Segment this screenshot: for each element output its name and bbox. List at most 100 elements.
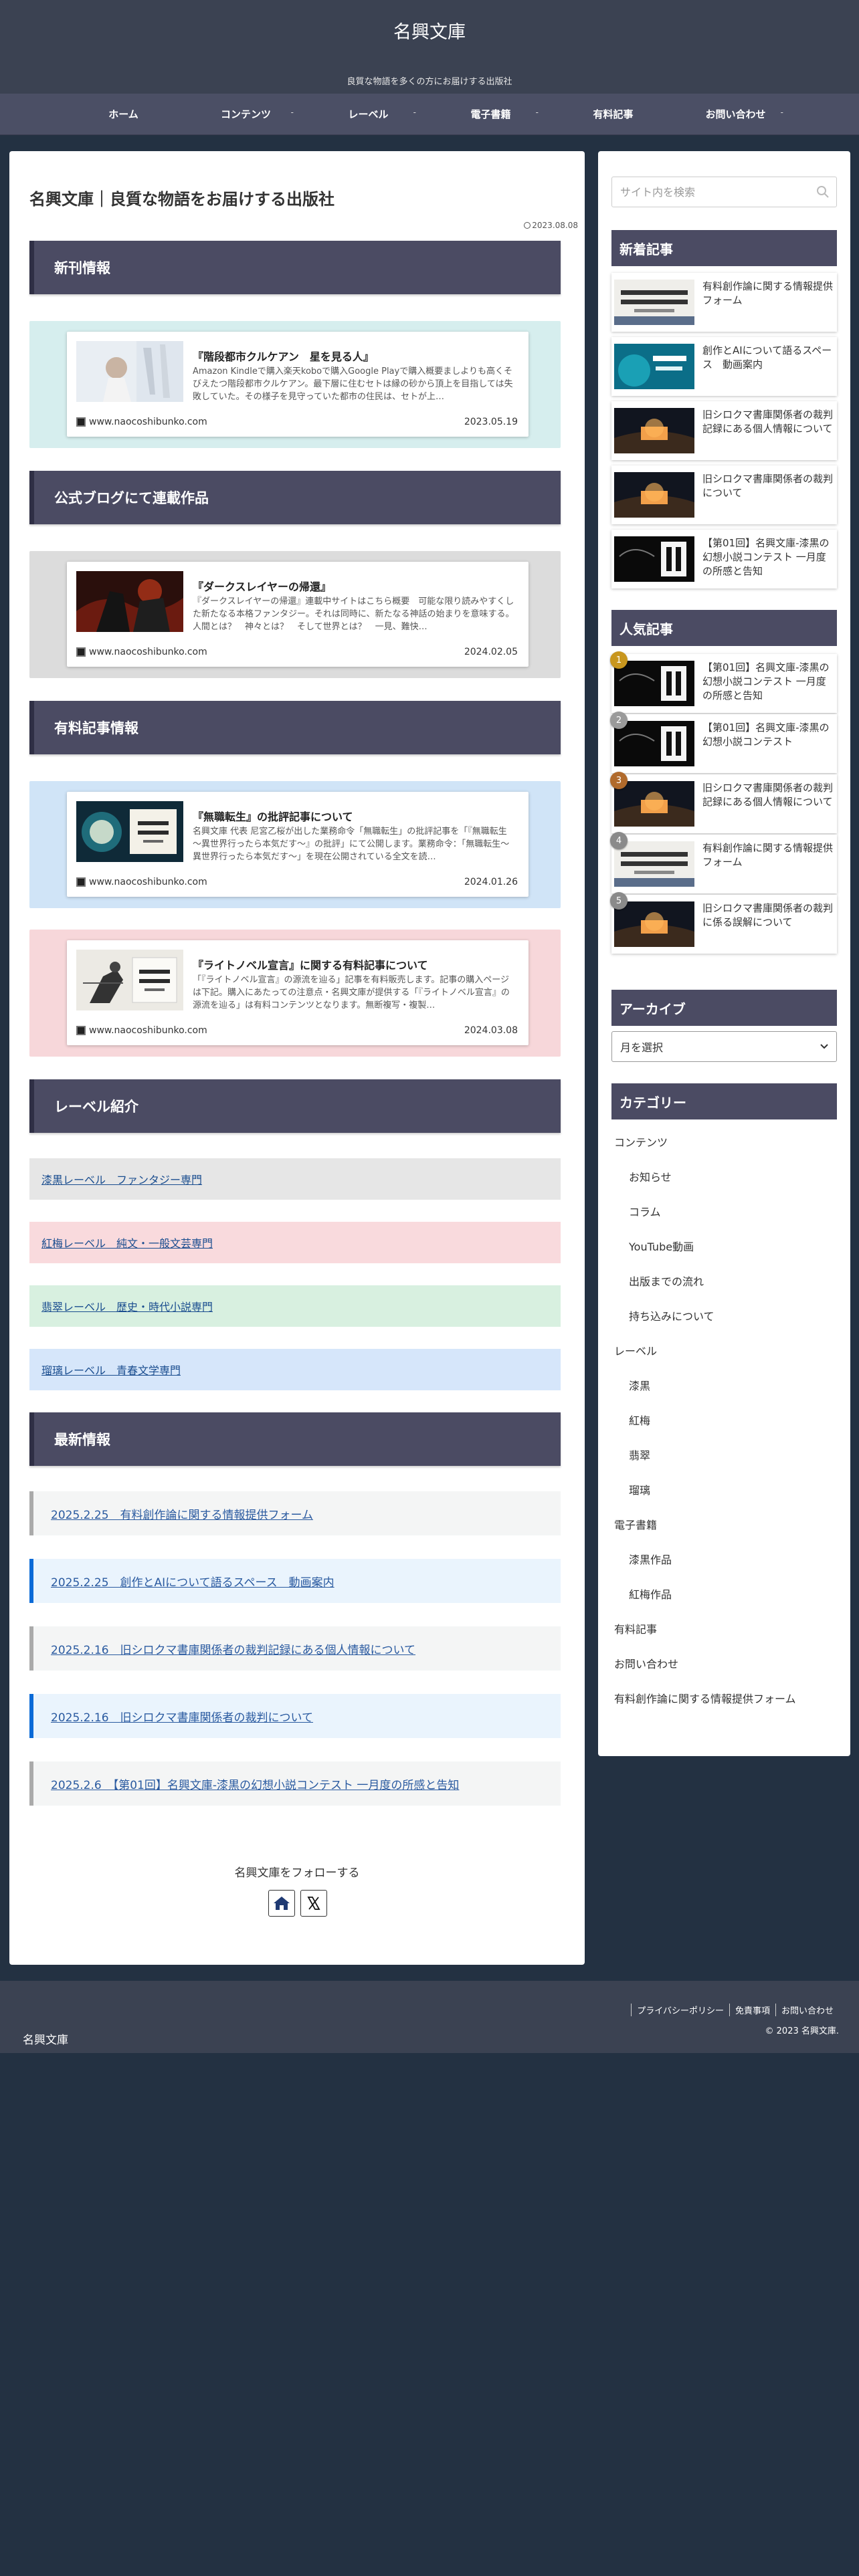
post-thumbnail	[614, 472, 694, 518]
popular-post-title: 旧シロクマ書庫関係者の裁判に係る誤解について	[702, 902, 834, 928]
nav-item-paid-articles[interactable]: 有料記事	[552, 107, 674, 121]
popular-post-item[interactable]: 3 旧シロクマ書庫関係者の裁判記録にある個人情報について	[610, 772, 837, 833]
section-heading-labels: レーベル紹介	[29, 1079, 561, 1133]
category-link[interactable]: 漆黒	[629, 1377, 650, 1393]
recent-post-title: 旧シロクマ書庫関係者の裁判について	[702, 473, 834, 499]
popular-post-item[interactable]: 4 有料創作論に関する情報提供フォーム	[610, 832, 837, 893]
popular-post-item[interactable]: 1 【第01回】名興文庫-漆黒の幻想小説コンテスト 一月度の所感と告知	[610, 651, 837, 713]
nav-item-ebooks[interactable]: 電子書籍 -	[430, 107, 552, 121]
nav-item-home[interactable]: ホーム	[62, 107, 185, 121]
dropdown-indicator: -	[290, 108, 294, 117]
card-wrap: 『無職転生』の批評記事について 名興文庫 代表 尼宮乙桜が出した業務命令「無職転…	[29, 781, 561, 908]
category-link[interactable]: 持ち込みについて	[629, 1307, 714, 1323]
category-link[interactable]: 紅梅作品	[629, 1586, 672, 1602]
category-link[interactable]: コンテンツ	[614, 1134, 668, 1150]
news-item: 2025.2.16 旧シロクマ書庫関係者の裁判について	[29, 1694, 561, 1738]
news-link[interactable]: 2025.2.6 【第01回】名興文庫-漆黒の幻想小説コンテスト 一月度の所感と…	[51, 1776, 459, 1792]
footer-link-privacy[interactable]: プライバシーポリシー	[631, 2004, 729, 2016]
post-thumbnail	[614, 781, 694, 827]
archive-select[interactable]: 月を選択	[611, 1031, 837, 1062]
category-link[interactable]: 瑠璃	[629, 1481, 650, 1497]
footer-link-contact[interactable]: お問い合わせ	[775, 2004, 839, 2016]
category-link[interactable]: 有料創作論に関する情報提供フォーム	[614, 1690, 796, 1706]
popular-post-item[interactable]: 2 【第01回】名興文庫-漆黒の幻想小説コンテスト	[610, 712, 837, 773]
nav-label: お問い合わせ	[705, 108, 766, 120]
label-link-shikkoku: 漆黒レーベル ファンタジー専門	[29, 1158, 561, 1200]
card-site: www.naocoshibunko.com	[76, 877, 207, 887]
footer-logo[interactable]: 名興文庫	[23, 2030, 68, 2047]
blogcard[interactable]: 『ライトノベル宣言』に関する有料記事について 「『ライトノベル宣言』の源流を辿る…	[67, 940, 529, 1045]
label-link-text[interactable]: 漆黒レーベル ファンタジー専門	[41, 1171, 202, 1187]
news-link[interactable]: 2025.2.25 有料創作論に関する情報提供フォーム	[51, 1505, 313, 1522]
popular-post-title: 【第01回】名興文庫-漆黒の幻想小説コンテスト	[702, 722, 830, 748]
follow-x-button[interactable]	[300, 1890, 327, 1917]
card-excerpt: 「『ライトノベル宣言』の源流を辿る」記事を有料販売します。記事の購入ページは下記…	[193, 975, 510, 1010]
news-link[interactable]: 2025.2.16 旧シロクマ書庫関係者の裁判について	[51, 1708, 313, 1725]
card-site: www.naocoshibunko.com	[76, 647, 207, 657]
dropdown-indicator: -	[780, 108, 783, 117]
post-date-text: 2023.08.08	[532, 221, 578, 230]
footer-link-disclaimer[interactable]: 免責事項	[729, 2004, 775, 2016]
chevron-down-icon	[820, 1044, 828, 1049]
news-link[interactable]: 2025.2.16 旧シロクマ書庫関係者の裁判記録にある個人情報について	[51, 1640, 415, 1657]
card-site-url: www.naocoshibunko.com	[89, 877, 207, 887]
blogcard[interactable]: 『無職転生』の批評記事について 名興文庫 代表 尼宮乙桜が出した業務命令「無職転…	[67, 792, 529, 897]
nav-item-contents[interactable]: コンテンツ -	[185, 107, 307, 121]
blogcard[interactable]: 『ダークスレイヤーの帰還』 『ダークスレイヤーの帰還』連載中サイトはこちら概要 …	[67, 562, 529, 667]
category-link[interactable]: 紅梅	[629, 1412, 650, 1428]
label-link-text[interactable]: 翡翠レーベル 歴史・時代小説専門	[41, 1298, 213, 1314]
card-title: 『ライトノベル宣言』に関する有料記事について	[193, 959, 428, 972]
main-content: 名興文庫｜良質な物語をお届けする出版社 2023.08.08 新刊情報 『階段都…	[9, 151, 585, 1965]
post-thumbnail	[614, 721, 694, 766]
card-site-url: www.naocoshibunko.com	[89, 1025, 207, 1036]
nav-item-contact[interactable]: お問い合わせ -	[674, 107, 797, 121]
dropdown-indicator: -	[535, 108, 539, 117]
card-excerpt: 『ダークスレイヤーの帰還』連載中サイトはこちら概要 可能な限り読みやすくした新た…	[193, 597, 514, 632]
post-thumbnail	[614, 408, 694, 453]
rank-badge: 3	[610, 772, 628, 789]
card-site: www.naocoshibunko.com	[76, 1025, 207, 1036]
label-link-text[interactable]: 瑠璃レーベル 青春文学専門	[41, 1362, 181, 1378]
recent-post-item[interactable]: 【第01回】名興文庫-漆黒の幻想小説コンテスト 一月度の所感と告知	[611, 530, 837, 588]
recent-post-item[interactable]: 旧シロクマ書庫関係者の裁判記録にある個人情報について	[611, 401, 837, 460]
nav-label: コンテンツ	[220, 108, 271, 120]
home-icon	[274, 1897, 290, 1910]
footer-links: プライバシーポリシー 免責事項 お問い合わせ	[631, 2004, 839, 2016]
category-link[interactable]: レーベル	[614, 1342, 657, 1358]
news-item: 2025.2.25 有料創作論に関する情報提供フォーム	[29, 1491, 561, 1535]
label-link-text[interactable]: 紅梅レーベル 純文・一般文芸専門	[41, 1235, 213, 1251]
follow-home-button[interactable]	[268, 1890, 295, 1917]
site-title[interactable]: 名興文庫	[0, 17, 859, 43]
nav-item-label[interactable]: レーベル -	[307, 107, 430, 121]
global-nav: ホーム コンテンツ - レーベル - 電子書籍 - 有料記事 お問い合わせ -	[0, 94, 859, 135]
category-link[interactable]: 電子書籍	[614, 1516, 657, 1532]
favicon-icon	[76, 1026, 86, 1035]
category-link[interactable]: コラム	[629, 1203, 661, 1219]
sidebar-heading-popular: 人気記事	[611, 610, 837, 646]
popular-post-title: 【第01回】名興文庫-漆黒の幻想小説コンテスト 一月度の所感と告知	[702, 661, 830, 702]
follow-buttons	[268, 1890, 327, 1917]
site-tagline: 良質な物語を多くの方にお届けする出版社	[347, 77, 512, 87]
recent-post-title: 創作とAIについて語るスペース 動画案内	[702, 344, 832, 370]
site-header: 名興文庫 良質な物語を多くの方にお届けする出版社	[0, 0, 859, 94]
category-link[interactable]: YouTube動画	[629, 1238, 694, 1254]
post-thumbnail	[614, 901, 694, 947]
news-link[interactable]: 2025.2.25 創作とAIについて語るスペース 動画案内	[51, 1573, 335, 1590]
post-thumbnail	[614, 661, 694, 706]
category-link[interactable]: 翡翠	[629, 1446, 650, 1463]
category-link[interactable]: お知らせ	[629, 1168, 672, 1184]
search-input[interactable]	[620, 185, 814, 199]
recent-post-item[interactable]: 有料創作論に関する情報提供フォーム	[611, 273, 837, 332]
recent-post-item[interactable]: 創作とAIについて語るスペース 動画案内	[611, 337, 837, 396]
category-link[interactable]: 有料記事	[614, 1620, 657, 1636]
label-link-ruri: 瑠璃レーベル 青春文学専門	[29, 1349, 561, 1390]
card-title: 『階段都市クルケアン 星を見る人』	[193, 350, 374, 363]
recent-post-item[interactable]: 旧シロクマ書庫関係者の裁判について	[611, 465, 837, 524]
search-icon[interactable]	[816, 185, 830, 199]
popular-post-item[interactable]: 5 旧シロクマ書庫関係者の裁判に係る誤解について	[610, 892, 837, 954]
category-link[interactable]: 漆黒作品	[629, 1551, 672, 1567]
category-link[interactable]: 出版までの流れ	[629, 1273, 704, 1289]
page-title: 名興文庫｜良質な物語をお届けする出版社	[29, 190, 335, 209]
category-link[interactable]: お問い合わせ	[614, 1655, 678, 1671]
blogcard[interactable]: 『階段都市クルケアン 星を見る人』 Amazon Kindleで購入楽天kobo…	[67, 332, 529, 437]
